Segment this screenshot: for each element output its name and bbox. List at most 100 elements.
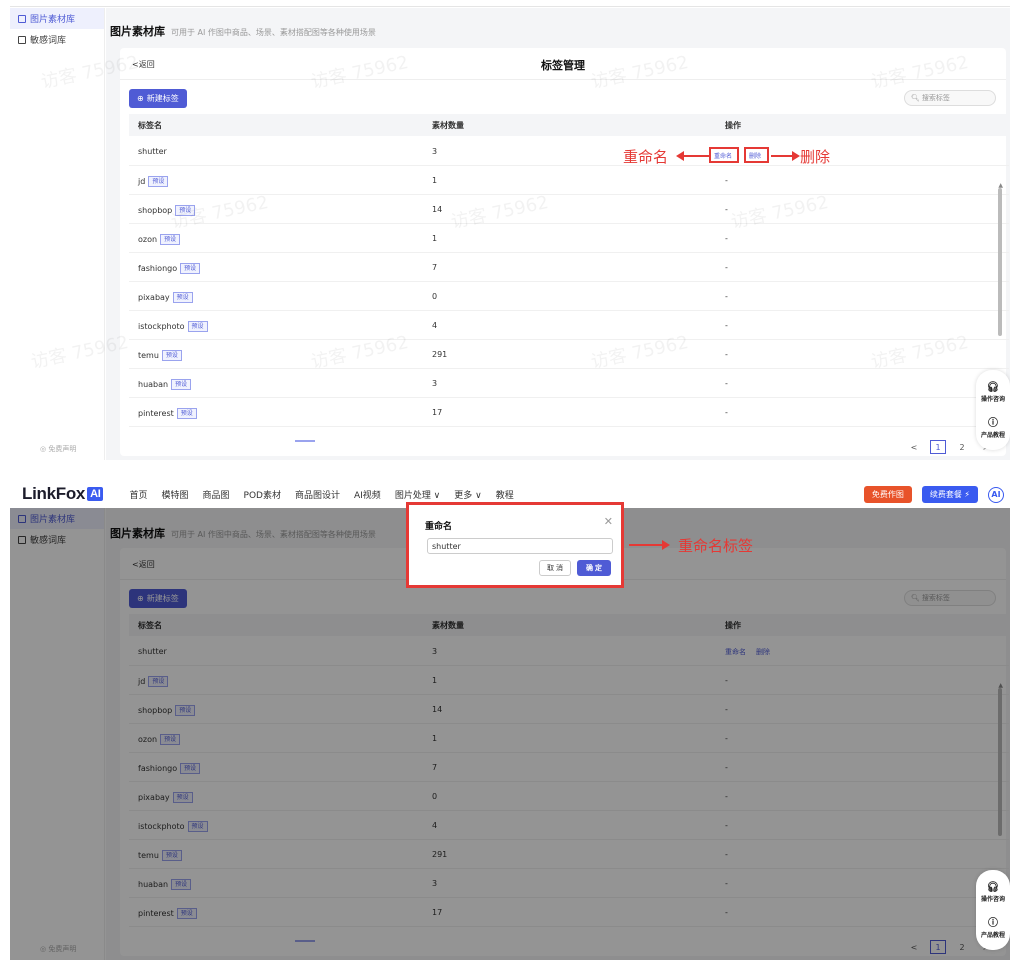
scrollbar[interactable] — [998, 188, 1002, 336]
tag-name: shopbop — [138, 206, 173, 215]
no-action: - — [725, 263, 728, 272]
top-divider — [10, 6, 1010, 7]
material-count: 14 — [432, 205, 443, 214]
screenshot-panel-2: LinkFox AI 首页 模特图 商品图 POD素材 商品图设计 AI视频 图片处理 ∨ 更… — [10, 480, 1010, 960]
new-tag-button[interactable]: ⊕ 新建标签 — [129, 89, 187, 108]
nav-item[interactable]: 图片处理 ∨ — [395, 488, 440, 501]
close-icon[interactable]: ✕ — [604, 515, 613, 528]
actions-cell: - — [725, 379, 728, 388]
col-header-tag-name: 标签名 — [138, 120, 162, 130]
word-library-icon — [18, 35, 26, 44]
annotation-dialog-box: 重命名 ✕ 取 消 确 定 — [406, 502, 624, 588]
material-count: 0 — [432, 292, 438, 301]
no-action: - — [725, 379, 728, 388]
tag-name-cell: temu 预设 — [138, 350, 182, 361]
headset-icon: 🎧︎ — [986, 381, 1000, 393]
annotation-arrow-right-icon — [771, 151, 800, 161]
tag-name-cell: fashiongo 预设 — [138, 263, 201, 274]
rename-link[interactable]: 重命名 — [714, 151, 732, 160]
no-action: - — [725, 176, 728, 185]
nav-item[interactable]: AI视频 — [354, 488, 381, 501]
screenshot-panel-1: 图片素材库 敏感词库 ◎ 免费声明 图片素材库 可用于 AI 作图中商品、场景、… — [10, 8, 1010, 460]
question-icon: ⓘ — [987, 917, 998, 929]
search-input[interactable]: 🔍︎ 搜索标签 — [904, 90, 996, 106]
table-row: huaban 预设 3 - — [129, 369, 1009, 398]
table-row: shutter 3 — [129, 137, 1009, 166]
page-2-button[interactable]: 2 — [954, 440, 970, 454]
tag-name-cell: pinterest 预设 — [138, 408, 197, 419]
no-action: - — [725, 321, 728, 330]
nav-item[interactable]: 商品图 — [203, 488, 230, 501]
table-body: shutter 3 jd 预设 1- shopbop 预设 14- ozon 预设 1- fashio… — [129, 137, 1009, 427]
disclaimer-link[interactable]: ◎ 免费声明 — [40, 444, 76, 454]
confirm-button[interactable]: 确 定 — [577, 560, 611, 576]
header-actions: 免费作图 续费套餐 ⚡ AI — [863, 486, 1004, 503]
table-row: ozon 预设 1 - — [129, 224, 1009, 253]
sidebar-item-image-library[interactable]: 图片素材库 — [10, 8, 104, 29]
table-header: 标签名 素材数量 操作 — [129, 114, 1010, 136]
logo-text: LinkFox — [22, 484, 86, 503]
nav-item[interactable]: POD素材 — [244, 488, 281, 501]
rename-input[interactable] — [427, 538, 613, 554]
material-count: 1 — [432, 234, 438, 243]
nav-item[interactable]: 模特图 — [162, 488, 189, 501]
avatar[interactable]: AI — [988, 486, 1004, 503]
delete-link[interactable]: 删除 — [749, 151, 761, 160]
page-1-button[interactable]: 1 — [930, 440, 946, 454]
annotation-arrow-left-icon — [676, 151, 709, 161]
annotation-delete-text: 删除 — [800, 148, 831, 166]
no-action: - — [725, 234, 728, 243]
upgrade-button[interactable]: 续费套餐 ⚡ — [921, 486, 978, 503]
tag-name-cell: istockphoto 预设 — [138, 321, 208, 332]
tag-name: pinterest — [138, 409, 174, 418]
tag-name-cell: shutter — [138, 147, 167, 156]
material-count: 17 — [432, 408, 443, 417]
tutorial-label: 产品教程 — [980, 431, 1005, 439]
plus-circle-icon: ⊕ — [137, 94, 144, 103]
tag-name: shutter — [138, 147, 167, 156]
sidebar-item-label: 敏感词库 — [30, 36, 67, 46]
floating-help: 🎧︎ 操作咨询 ⓘ 产品教程 — [976, 870, 1010, 950]
nav-item[interactable]: 首页 — [129, 488, 147, 501]
nav-item[interactable]: 更多 ∨ — [454, 488, 481, 501]
material-count: 1 — [432, 176, 438, 185]
sidebar-item-label: 图片素材库 — [30, 15, 76, 25]
consult-button[interactable]: 🎧︎ 操作咨询 — [981, 382, 1005, 403]
tutorial-button[interactable]: ⓘ 产品教程 — [981, 914, 1005, 939]
floating-help: 🎧︎ 操作咨询 ⓘ 产品教程 — [976, 370, 1010, 450]
consult-button[interactable]: 🎧︎ 操作咨询 — [981, 882, 1005, 903]
tag-management-card: <返回 标签管理 ⊕ 新建标签 🔍︎ 搜索标签 标签名 素材数量 操作 shut… — [120, 48, 1010, 456]
sidebar-item-sensitive-words[interactable]: 敏感词库 — [10, 29, 104, 50]
top-nav: 首页 模特图 商品图 POD素材 商品图设计 AI视频 图片处理 ∨ 更多 ∨ 教程 — [129, 488, 513, 501]
dialog-title: 重命名 — [425, 522, 453, 532]
cancel-button[interactable]: 取 消 — [539, 560, 571, 576]
tag-name: pixabay — [138, 293, 170, 302]
logo[interactable]: LinkFox AI — [22, 484, 104, 504]
tag-name: ozon — [138, 235, 158, 244]
material-count: 7 — [432, 263, 438, 272]
preset-badge: 预设 — [148, 176, 169, 187]
actions-cell: - — [725, 408, 728, 417]
actions-cell: - — [725, 205, 728, 214]
actions-cell: - — [725, 350, 728, 359]
preset-badge: 预设 — [172, 292, 193, 303]
prev-page-button[interactable]: < — [906, 440, 922, 454]
table-row: istockphoto 预设 4 - — [129, 311, 1009, 340]
page-subtitle: 可用于 AI 作图中商品、场景、素材搭配图等各种使用场景 — [171, 28, 376, 37]
free-create-button[interactable]: 免费作图 — [863, 486, 912, 503]
page-title: 图片素材库 — [110, 25, 165, 38]
new-tag-label: 新建标签 — [146, 94, 179, 103]
col-header-actions: 操作 — [725, 120, 741, 130]
logo-ai-badge: AI — [87, 487, 104, 501]
nav-item[interactable]: 教程 — [496, 488, 514, 501]
table-row: fashiongo 预设 7 - — [129, 253, 1009, 282]
search-icon: 🔍︎ — [911, 94, 920, 102]
preset-badge: 预设 — [187, 321, 208, 332]
search-placeholder: 搜索标签 — [921, 94, 950, 102]
col-header-count: 素材数量 — [432, 120, 464, 130]
tutorial-button[interactable]: ⓘ 产品教程 — [981, 414, 1005, 439]
tag-name: istockphoto — [138, 322, 185, 331]
no-action: - — [725, 408, 728, 417]
annotation-rename-tag-text: 重命名标签 — [678, 537, 754, 555]
nav-item[interactable]: 商品图设计 — [295, 488, 340, 501]
